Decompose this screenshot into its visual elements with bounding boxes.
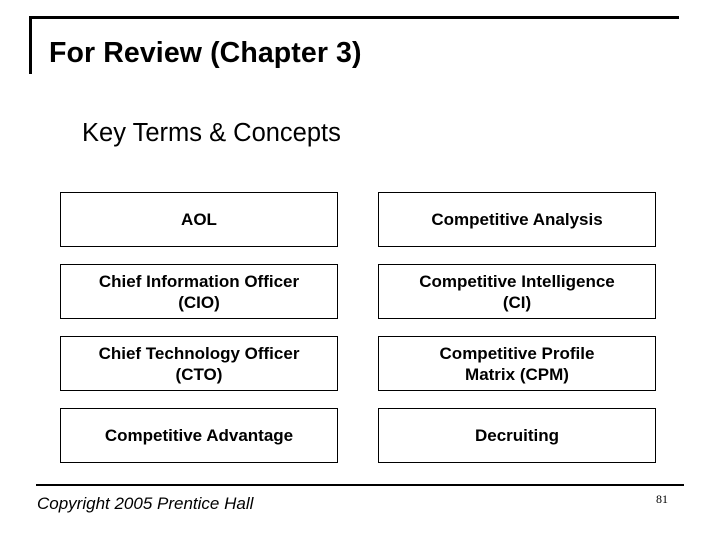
term-box-competitive-intelligence: Competitive Intelligence (CI) [378, 264, 656, 319]
term-label: Competitive Advantage [104, 426, 294, 445]
term-box-cio: Chief Information Officer (CIO) [60, 264, 338, 319]
term-label: Competitive Analysis [431, 210, 603, 229]
slide-title: For Review (Chapter 3) [49, 37, 362, 69]
copyright-footer: Copyright 2005 Prentice Hall [37, 494, 254, 513]
term-box-cpm: Competitive Profile Matrix (CPM) [378, 336, 656, 391]
term-label: AOL [181, 210, 217, 229]
term-box-competitive-advantage: Competitive Advantage [60, 408, 338, 463]
term-label: Decruiting [474, 426, 560, 445]
slide-subtitle: Key Terms & Concepts [82, 119, 341, 147]
term-label: Competitive Intelligence (CI) [419, 271, 615, 312]
term-box-cto: Chief Technology Officer (CTO) [60, 336, 338, 391]
footer-rule [36, 484, 684, 486]
term-box-decruiting: Decruiting [378, 408, 656, 463]
term-label: Chief Information Officer (CIO) [98, 271, 300, 312]
page-number: 81 [656, 492, 668, 506]
header-rule-vertical [29, 16, 32, 74]
term-box-aol: AOL [60, 192, 338, 247]
term-label: Competitive Profile Matrix (CPM) [439, 343, 595, 384]
term-box-competitive-analysis: Competitive Analysis [378, 192, 656, 247]
term-label: Chief Technology Officer (CTO) [98, 343, 300, 384]
header-rule-horizontal [29, 16, 679, 19]
